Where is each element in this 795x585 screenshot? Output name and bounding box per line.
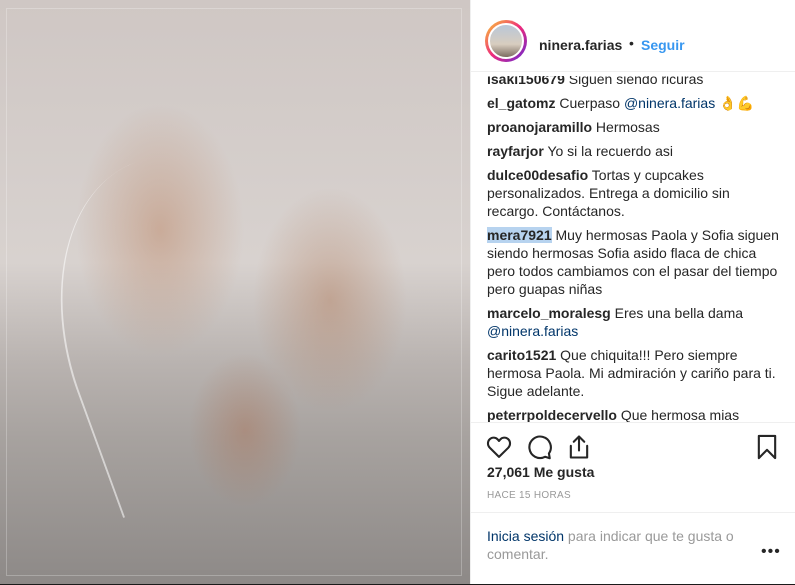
post-timestamp: HACE 15 HORAS (487, 490, 571, 501)
comment-user[interactable]: mera7921 (487, 227, 552, 243)
comment-text: Que hermosa mias (620, 407, 740, 422)
login-text: Inicia sesión para indicar que te gusta … (487, 527, 757, 563)
comment-text: Siguen siendo ricuras (568, 76, 704, 87)
comment-item: carito1521 Que chiquita!!! Pero siempre … (487, 346, 779, 400)
comment-icon[interactable] (525, 433, 553, 461)
comment-user[interactable]: dulce00desafio (487, 167, 588, 183)
comment-user[interactable]: rayfarjor (487, 143, 544, 159)
comment-user[interactable]: carito1521 (487, 347, 556, 363)
comment-item: peterrpoldecervello Que hermosa mias (487, 406, 779, 422)
comment-list[interactable]: isaki150679 Siguen siendo ricuras el_gat… (487, 76, 779, 422)
more-options-icon[interactable]: ••• (761, 543, 781, 561)
login-link[interactable]: Inicia sesión (487, 528, 564, 544)
comment-item: dulce00desafio Tortas y cupcakes persona… (487, 166, 779, 220)
comment-user[interactable]: peterrpoldecervello (487, 407, 617, 422)
login-prompt: Inicia sesión para indicar que te gusta … (471, 512, 795, 585)
comment-item: proanojaramillo Hermosas (487, 118, 779, 136)
follow-button[interactable]: Seguir (641, 37, 685, 53)
like-count[interactable]: 27,061 Me gusta (487, 464, 594, 480)
comment-user[interactable]: marcelo_moralesg (487, 305, 611, 321)
bookmark-icon[interactable] (753, 433, 781, 461)
comment-user[interactable]: proanojaramillo (487, 119, 592, 135)
avatar-image (488, 23, 524, 59)
comment-user[interactable]: el_gatomz (487, 95, 555, 111)
heart-icon[interactable] (485, 433, 513, 461)
comment-text: Yo si la recuerdo asi (547, 143, 674, 159)
post-photo[interactable] (0, 0, 470, 584)
comment-item: marcelo_moralesg Eres una bella dama @ni… (487, 304, 779, 340)
comment-text: Cuerpaso (559, 95, 621, 111)
comment-emoji: 👌💪 (719, 95, 754, 111)
separator-dot: • (629, 35, 634, 51)
comment-item: mera7921 Muy hermosas Paola y Sofia sigu… (487, 226, 779, 298)
post-header: ninera.farias • Seguir (471, 0, 795, 72)
post-sidebar: ninera.farias • Seguir isaki150679 Sigue… (470, 0, 795, 584)
share-icon[interactable] (565, 433, 593, 461)
comment-mention[interactable]: @ninera.farias (624, 95, 715, 111)
username[interactable]: ninera.farias (539, 37, 622, 53)
comment-mention[interactable]: @ninera.farias (487, 322, 779, 340)
comment-item: rayfarjor Yo si la recuerdo asi (487, 142, 779, 160)
comment-item: el_gatomz Cuerpaso @ninera.farias 👌💪 (487, 94, 779, 112)
comment-user[interactable]: isaki150679 (487, 76, 565, 87)
comment-text: Hermosas (595, 119, 660, 135)
avatar[interactable] (485, 20, 527, 62)
comment-item: isaki150679 Siguen siendo ricuras (487, 76, 779, 88)
comment-text: Eres una bella dama (614, 305, 744, 321)
